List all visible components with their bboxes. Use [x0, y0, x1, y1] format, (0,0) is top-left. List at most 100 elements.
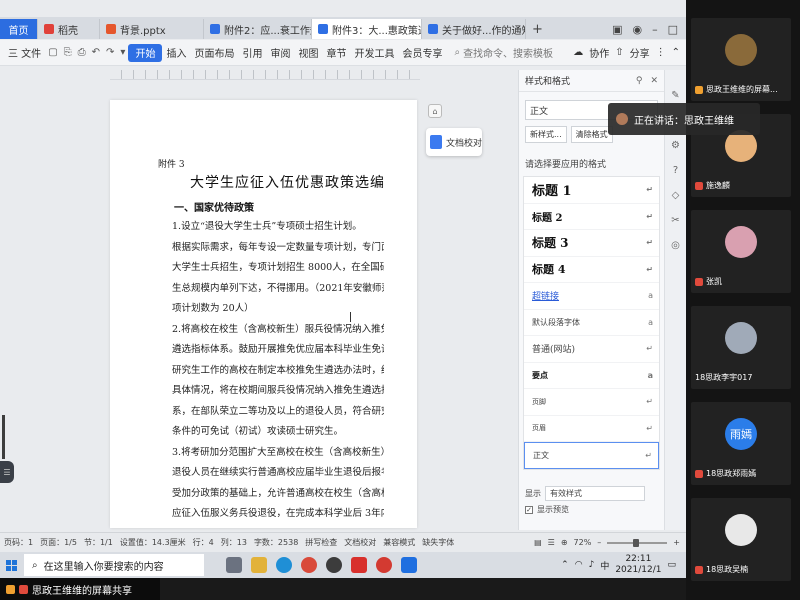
taskbar-clock[interactable]: 22:11 2021/12/1	[615, 554, 661, 576]
help-icon[interactable]: ?	[673, 165, 678, 176]
participant-tile[interactable]: 张凯	[691, 210, 791, 293]
cloud-icon[interactable]: ☁	[573, 47, 583, 58]
doc-proofread-button[interactable]: 文档校对	[426, 128, 482, 156]
web-layout-icon[interactable]: ⊕	[561, 538, 568, 547]
participant-tile[interactable]: 18思政吴楠	[691, 498, 791, 581]
menu-view[interactable]: 视图	[294, 44, 322, 62]
shape-icon[interactable]: ◇	[672, 190, 680, 201]
style-item[interactable]: 要点 a	[524, 363, 659, 389]
undo-icon[interactable]: ↶	[89, 47, 103, 58]
style-item[interactable]: 标题 4 ↵	[524, 257, 659, 283]
avatar-icon[interactable]: ◉	[632, 23, 642, 36]
show-select[interactable]: 有效样式	[545, 486, 645, 501]
taskbar-search[interactable]: ⌕ 在这里输入你要搜索的内容	[24, 554, 204, 576]
netease-music-icon[interactable]	[376, 557, 392, 573]
menu-dev[interactable]: 开发工具	[350, 44, 398, 62]
style-item[interactable]: 标题 1 ↵	[524, 177, 659, 204]
wps-icon[interactable]	[351, 557, 367, 573]
menu-start[interactable]: 开始	[128, 43, 163, 62]
doc-file-icon	[318, 24, 328, 34]
menu-member[interactable]: 会员专享	[398, 44, 446, 62]
screen-share-bar[interactable]: 思政王维维的屏幕共享	[0, 578, 160, 600]
tab-doc-notice[interactable]: 关于做好...作的通知	[422, 19, 526, 39]
ime-indicator[interactable]: 中	[600, 559, 609, 572]
task-view-icon[interactable]	[226, 557, 242, 573]
style-list: 标题 1 ↵ 标题 2 ↵ 标题 3 ↵ 标题 4 ↵ 超链接 a 默认段落字体 a 普通(…	[523, 176, 660, 470]
pin-icon[interactable]: ⚲	[636, 76, 643, 86]
menu-chapter[interactable]: 章节	[322, 44, 350, 62]
collapse-icon[interactable]: ⌃	[672, 47, 680, 58]
share-button[interactable]: 分享	[630, 45, 650, 60]
layout-icon[interactable]: ▣	[612, 23, 622, 36]
new-tab-button[interactable]: +	[526, 19, 549, 39]
explorer-icon[interactable]	[251, 557, 267, 573]
close-icon[interactable]: ✕	[650, 76, 658, 86]
menu-reference[interactable]: 引用	[238, 44, 266, 62]
new-style-button[interactable]: 新样式...	[525, 126, 567, 143]
tab-home[interactable]: 首页	[0, 19, 38, 39]
print-icon[interactable]: ⎙	[75, 47, 89, 58]
avatar: 雨嫣	[725, 418, 757, 450]
chrome-icon[interactable]	[301, 557, 317, 573]
preview-checkbox[interactable]: ✓	[525, 505, 533, 514]
status-proof[interactable]: 文档校对	[344, 537, 376, 548]
collab-button[interactable]: 协作	[589, 45, 609, 60]
tab-docer[interactable]: 稻壳	[38, 19, 100, 39]
tools-icon[interactable]: ✂	[671, 215, 679, 226]
file-menu[interactable]: 三 文件	[4, 44, 45, 62]
side-handle[interactable]: ☰	[0, 415, 14, 485]
location-icon[interactable]: ◎	[671, 240, 680, 251]
style-item[interactable]: 标题 3 ↵	[524, 230, 659, 257]
style-item[interactable]: 页脚 ↵	[524, 389, 659, 416]
edit-icon[interactable]: ✎	[671, 90, 679, 101]
chevron-down-icon[interactable]: ▾	[117, 47, 128, 58]
tab-doc-attach3[interactable]: 附件3：大...惠政策选编✕	[312, 19, 422, 39]
command-search[interactable]: ⌕ 查找命令、搜索模板	[454, 45, 553, 60]
style-item[interactable]: 页眉 ↵	[524, 416, 659, 442]
zoom-slider[interactable]	[607, 538, 668, 547]
minimize-icon[interactable]: –	[652, 23, 658, 36]
wifi-icon[interactable]: ◠	[575, 560, 583, 570]
panel-header: 样式和格式 ⚲ ✕	[519, 70, 664, 92]
clear-format-button[interactable]: 清除格式	[570, 126, 613, 143]
tray-chevron-icon[interactable]: ⌃	[561, 560, 569, 570]
menu-insert[interactable]: 插入	[162, 44, 190, 62]
save-icon[interactable]: ⎘	[61, 47, 75, 58]
style-item-selected[interactable]: 正文 ↵	[524, 442, 659, 469]
notification-icon[interactable]: ▭	[667, 560, 676, 570]
horizontal-ruler[interactable]	[110, 70, 420, 80]
zoom-in-icon[interactable]: +	[673, 538, 680, 547]
adjust-icon[interactable]: ⚙	[671, 140, 680, 151]
edge-icon[interactable]	[276, 557, 292, 573]
menu-layout[interactable]: 页面布局	[190, 44, 238, 62]
tab-doc-attach2[interactable]: 附件2：应...衰工作规定	[204, 19, 312, 39]
participant-tile[interactable]: 雨嫣 18思政郑雨嫣	[691, 402, 791, 485]
participant-tile[interactable]: 18思政李宇017	[691, 306, 791, 389]
share-icon[interactable]: ⇧	[615, 47, 623, 58]
more-icon[interactable]: ⋮	[656, 47, 666, 58]
menu-review[interactable]: 审阅	[266, 44, 294, 62]
style-item[interactable]: 超链接 a	[524, 283, 659, 310]
redo-icon[interactable]: ↷	[103, 47, 117, 58]
outline-icon[interactable]: ☰	[548, 538, 555, 547]
browser-icon[interactable]	[326, 557, 342, 573]
participant-tile[interactable]: 思政王维维的屏幕...	[691, 18, 791, 101]
zoom-out-icon[interactable]: –	[597, 538, 601, 547]
style-item[interactable]: 普通(网站) ↵	[524, 336, 659, 363]
tab-ppt[interactable]: 背景.pptx	[100, 19, 204, 39]
status-font-missing[interactable]: 缺失字体	[422, 537, 454, 548]
volume-icon[interactable]: ♪	[589, 560, 595, 570]
style-item[interactable]: 默认段落字体 a	[524, 310, 659, 336]
status-spell[interactable]: 拼写检查	[305, 537, 337, 548]
open-icon[interactable]: ▢	[45, 47, 60, 58]
view-mode-icon[interactable]: ▤	[534, 538, 542, 547]
maximize-icon[interactable]: □	[668, 23, 678, 36]
home-icon[interactable]: ⌂	[428, 104, 442, 118]
zoom-value[interactable]: 72%	[574, 538, 592, 547]
meeting-app-icon[interactable]	[401, 557, 417, 573]
camera-icon	[6, 584, 15, 594]
status-words[interactable]: 字数：2538	[254, 537, 298, 548]
style-item[interactable]: 标题 2 ↵	[524, 204, 659, 230]
document-page[interactable]: 附件 3 大学生应征入伍优惠政策选编 一、国家优待政策 1.设立“退役大学生士兵…	[110, 100, 417, 528]
start-button[interactable]	[0, 559, 22, 571]
